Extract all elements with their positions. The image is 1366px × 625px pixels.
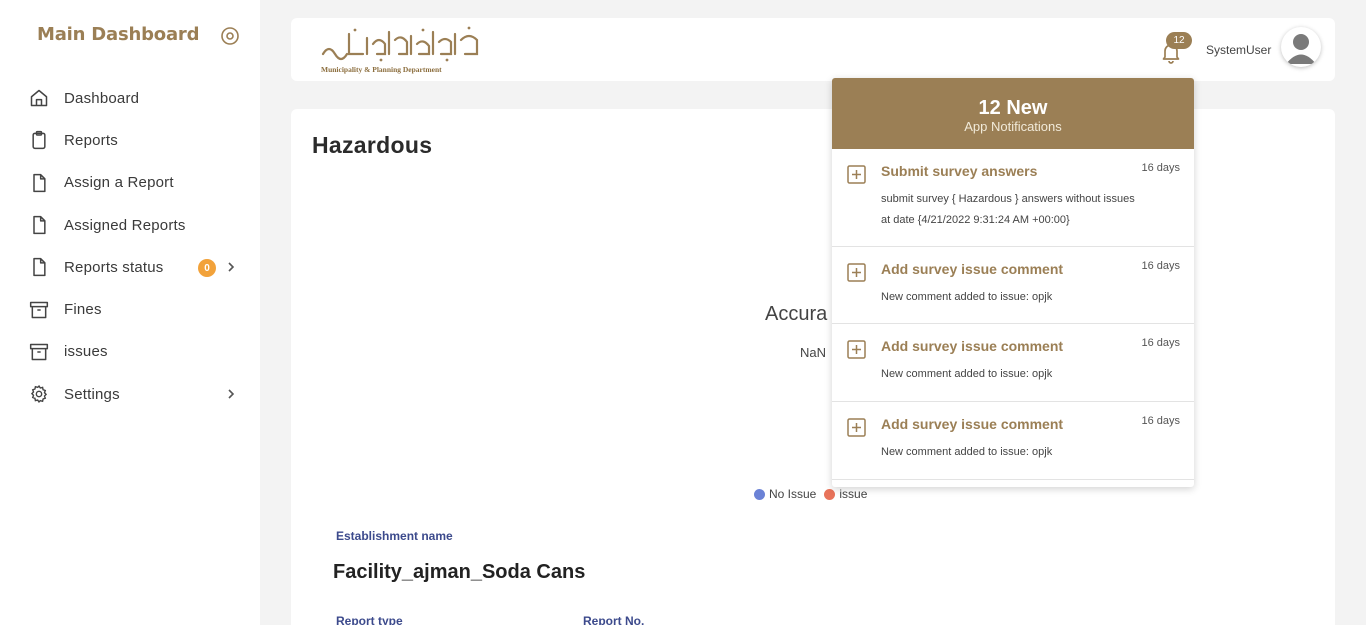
notification-item[interactable]: Add survey issue comment 16 days New com…: [832, 247, 1194, 324]
sidebar-item-settings[interactable]: Settings: [28, 373, 248, 415]
archive-icon: [28, 341, 50, 363]
sidebar-item-label: Reports: [64, 131, 118, 149]
notification-body-line: at date {4/21/2022 9:31:24 AM +00:00}: [881, 214, 1070, 226]
notification-body: New comment added to issue: opjk: [881, 291, 1053, 303]
plus-square-icon: [847, 263, 866, 282]
gear-icon: [28, 383, 50, 405]
report-type-label: Report type: [336, 614, 403, 625]
legend-dot: [824, 488, 836, 500]
notification-title: Submit survey answers: [881, 163, 1038, 179]
chevron-right-icon[interactable]: [226, 386, 236, 402]
sidebar-item-dashboard[interactable]: Dashboard: [28, 77, 248, 119]
notification-body: New comment added to issue: opjk: [881, 368, 1053, 380]
chevron-right-icon[interactable]: [226, 259, 236, 275]
notification-item[interactable]: Submit survey answers 16 days submit sur…: [832, 149, 1194, 247]
notification-body: submit survey { Hazardous } answers with…: [881, 189, 1180, 231]
plus-square-icon: [847, 418, 866, 437]
sidebar-header: Main Dashboard: [37, 24, 247, 50]
sidebar-item-label: Reports status: [64, 258, 164, 276]
sidebar-item-reports[interactable]: Reports: [28, 119, 248, 161]
notification-body: New comment added to issue: opjk: [881, 446, 1053, 458]
notifications-count: 12 New: [978, 97, 1048, 119]
sidebar-item-label: Assign a Report: [64, 174, 174, 192]
legend-label: No Issue: [769, 487, 817, 501]
chart-legend: No Issue issue: [754, 487, 875, 501]
legend-item-no-issue[interactable]: No Issue: [754, 487, 816, 501]
accuracy-label: Accura: [765, 303, 828, 325]
sidebar-item-label: Fines: [64, 301, 102, 319]
legend-label: issue: [839, 487, 868, 501]
notification-title: Add survey issue comment: [881, 261, 1064, 277]
notification-item[interactable]: Add survey issue comment 16 days New com…: [832, 324, 1194, 402]
home-icon: [28, 87, 50, 109]
username-label[interactable]: SystemUser: [1206, 43, 1271, 57]
legend-item-issue[interactable]: issue: [824, 487, 867, 501]
sidebar: Main Dashboard Dashboard Reports Assign …: [0, 0, 260, 625]
plus-square-icon: [847, 340, 866, 359]
legend-dot: [754, 488, 765, 500]
sidebar-item-label: Settings: [64, 385, 120, 403]
sidebar-item-label: Dashboard: [64, 89, 140, 107]
notification-title: Add survey issue comment: [881, 338, 1064, 354]
sidebar-item-label: issues: [64, 343, 108, 361]
department-logo[interactable]: Municipality & Planning Department: [319, 24, 484, 76]
notification-item[interactable]: Add survey issue comment 16 days New com…: [832, 402, 1194, 480]
notifications-subtitle: App Notifications: [964, 119, 1062, 134]
page-title: Hazardous: [312, 132, 433, 158]
file-icon: [28, 172, 50, 194]
sidebar-item-label: Assigned Reports: [64, 216, 186, 234]
sidebar-nav: Dashboard Reports Assign a Report Assign…: [28, 77, 248, 415]
sidebar-item-fines[interactable]: Fines: [28, 288, 248, 330]
logo-subtitle: Municipality & Planning Department: [321, 65, 442, 74]
notifications-dropdown: 12 New App Notifications Submit survey a…: [832, 78, 1194, 487]
sidebar-toggle-icon[interactable]: [220, 26, 240, 46]
file-icon: [28, 214, 50, 236]
report-no-label: Report No.: [583, 614, 645, 625]
notification-time: 16 days: [1141, 415, 1180, 427]
establishment-name-value: Facility_ajman_Soda Cans: [333, 561, 586, 583]
notifications-header: 12 New App Notifications: [832, 78, 1194, 149]
sidebar-title[interactable]: Main Dashboard: [37, 24, 199, 45]
notification-count-badge: 12: [1166, 32, 1192, 49]
user-avatar[interactable]: [1281, 27, 1321, 67]
sidebar-item-reports-status[interactable]: Reports status 0: [28, 246, 248, 288]
sidebar-item-assign-report[interactable]: Assign a Report: [28, 162, 248, 204]
establishment-name-label: Establishment name: [336, 529, 453, 543]
count-badge: 0: [198, 259, 216, 278]
notification-time: 16 days: [1141, 260, 1180, 272]
archive-icon: [28, 299, 50, 321]
accuracy-value: NaN: [800, 345, 827, 360]
file-icon: [28, 256, 50, 278]
notification-body-line: submit survey { Hazardous } answers with…: [881, 193, 1135, 205]
notification-time: 16 days: [1141, 162, 1180, 174]
plus-square-icon: [847, 165, 866, 184]
top-header: Municipality & Planning Department 12 Sy…: [291, 18, 1335, 81]
notification-time: 16 days: [1141, 337, 1180, 349]
clipboard-icon: [28, 129, 50, 151]
sidebar-item-issues[interactable]: issues: [28, 331, 248, 373]
sidebar-item-assigned-reports[interactable]: Assigned Reports: [28, 204, 248, 246]
notification-title: Add survey issue comment: [881, 416, 1064, 432]
